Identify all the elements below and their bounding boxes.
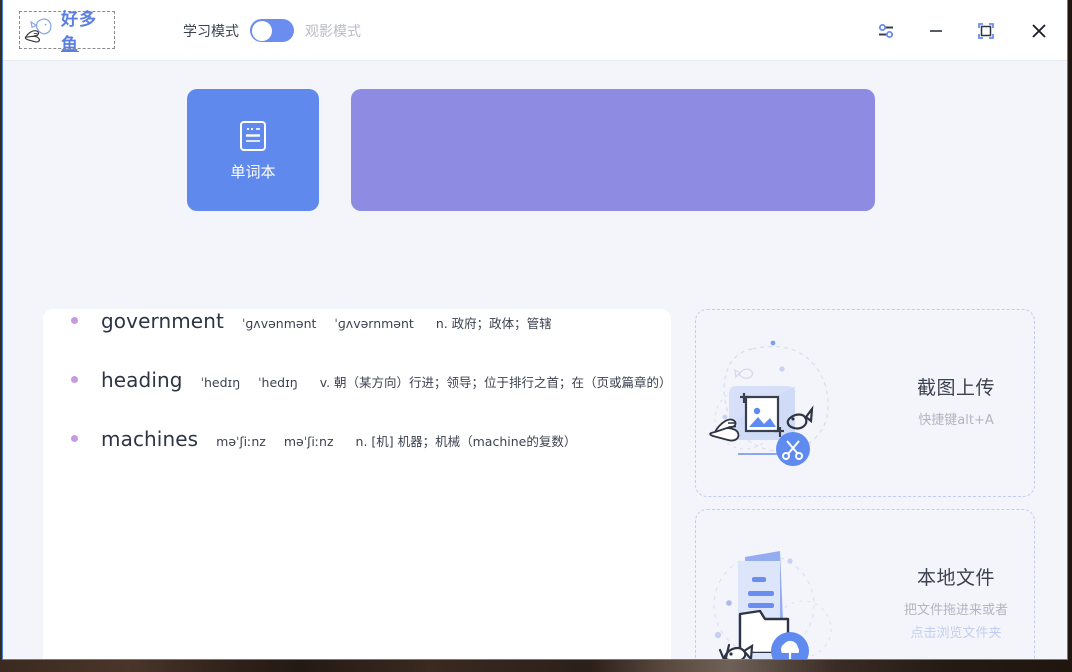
local-file-panel-title: 本地文件	[916, 566, 995, 589]
maximize-button[interactable]	[961, 0, 1011, 61]
word-definition: n. 政府；政体；管辖	[435, 316, 552, 331]
screenshot-panel-subtitle: 快捷键alt+A	[918, 413, 994, 429]
local-file-upload-panel[interactable]: 本地文件 把文件拖进来或者 点击浏览文件夹	[695, 509, 1035, 659]
bullet-icon	[71, 376, 78, 383]
word-list-panel: government ˈɡʌvənmənt ˈɡʌvərnmənt n. 政府；…	[43, 309, 671, 659]
browse-folder-link[interactable]: 点击浏览文件夹	[884, 623, 1028, 646]
word-definition: v. 朝（某方向）行进；领导；位于排行之首；在（页或篇章的）顶端	[319, 375, 671, 390]
screenshot-panel-text: 截图上传 快捷键alt+A	[884, 373, 1034, 433]
minimize-button[interactable]	[911, 0, 961, 61]
word-definition: n. [机] 机器；机械（machine的复数）	[355, 434, 577, 449]
close-button[interactable]	[1011, 0, 1067, 61]
folder-upload-illustration	[713, 551, 832, 659]
screenshot-crop-illustration	[709, 340, 829, 466]
close-icon	[1032, 23, 1046, 38]
bullet-icon	[71, 435, 78, 442]
maximize-icon	[978, 22, 994, 39]
app-logo[interactable]: 好多鱼	[19, 10, 115, 55]
bullet-icon	[71, 317, 78, 324]
screenshot-upload-panel[interactable]: 截图上传 快捷键alt+A	[695, 309, 1035, 497]
app-window: 好多鱼 学习模式 观影模式 单词本 government ˈɡʌvənmənt …	[2, 0, 1068, 660]
word-phonetic-us: məˈʃiːnz	[283, 434, 334, 449]
minimize-icon	[930, 29, 942, 32]
local-file-panel-text: 本地文件 把文件拖进来或者 点击浏览文件夹	[884, 563, 1034, 646]
watching-mode-label: 观影模式	[305, 23, 361, 40]
word-term: heading	[101, 368, 183, 392]
mode-toggle[interactable]	[250, 19, 294, 42]
vocabulary-book-card[interactable]: 单词本	[187, 89, 319, 211]
word-list-item[interactable]: government ˈɡʌvənmənt ˈɡʌvərnmənt n. 政府；…	[43, 309, 671, 368]
local-file-panel-subtitle: 把文件拖进来或者	[903, 602, 1008, 618]
vocabulary-book-label: 单词本	[230, 162, 276, 181]
titlebar: 好多鱼 学习模式 观影模式	[3, 0, 1067, 61]
mode-switch-group: 学习模式 观影模式	[183, 0, 361, 61]
word-term: machines	[101, 427, 199, 451]
word-list-item[interactable]: machines məˈʃiːnz məˈʃiːnz n. [机] 机器；机械（…	[43, 427, 671, 486]
mode-toggle-knob	[251, 20, 272, 41]
word-term: government	[101, 309, 224, 333]
fish-hand-logo-icon	[24, 18, 52, 43]
screenshot-panel-title: 截图上传	[916, 377, 995, 400]
word-phonetic-us: ˈɡʌvərnmənt	[334, 316, 414, 331]
app-logo-text: 好多鱼	[61, 10, 97, 55]
window-controls	[861, 0, 1067, 61]
learning-mode-label: 学习模式	[183, 23, 239, 40]
word-phonetic-uk: məˈʃiːnz	[216, 434, 266, 449]
promo-banner[interactable]	[351, 89, 875, 211]
main-content: 单词本 government ˈɡʌvənmənt ˈɡʌvərnmənt n.…	[3, 61, 1067, 659]
word-phonetic-uk: ˈɡʌvənmənt	[241, 316, 317, 331]
word-phonetic-uk: ˈhedɪŋ	[200, 375, 241, 390]
word-list: government ˈɡʌvənmənt ˈɡʌvərnmənt n. 政府；…	[43, 309, 671, 659]
settings-button[interactable]	[861, 0, 911, 61]
notebook-icon	[240, 120, 266, 151]
word-list-item[interactable]: heading ˈhedɪŋ ˈhedɪŋ v. 朝（某方向）行进；领导；位于排…	[43, 368, 671, 427]
settings-sliders-icon	[879, 23, 893, 38]
word-phonetic-us: ˈhedɪŋ	[258, 375, 298, 390]
